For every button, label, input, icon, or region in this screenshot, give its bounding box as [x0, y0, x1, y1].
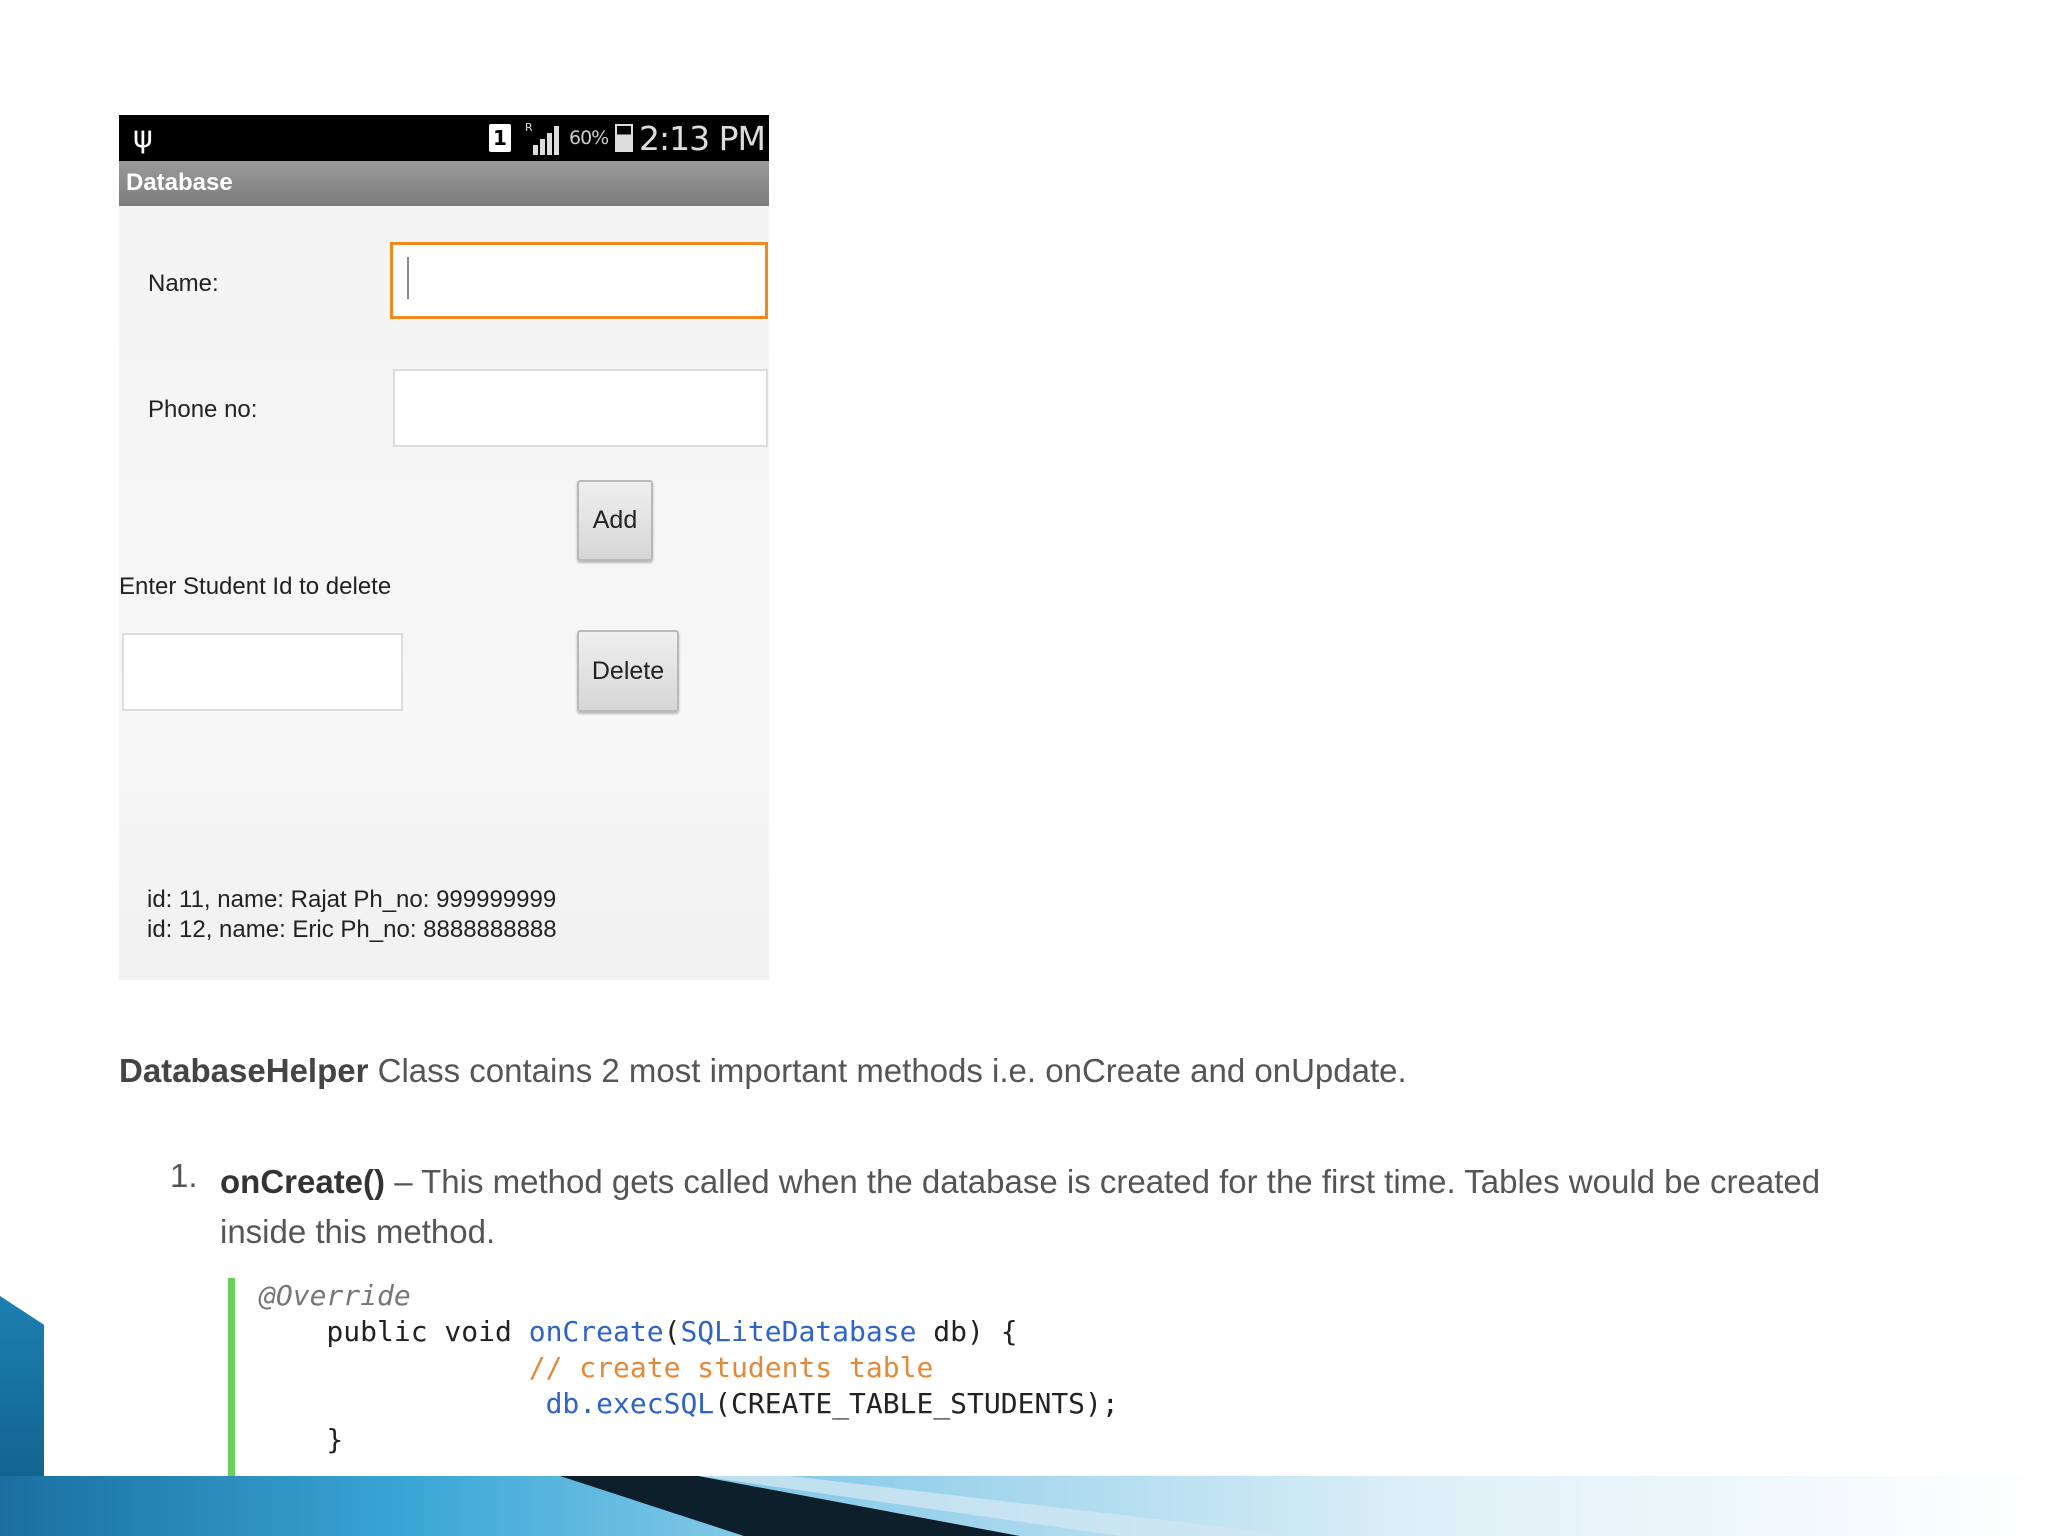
signal-icon: R [525, 121, 559, 155]
list-item: id: 12, name: Eric Ph_no: 8888888888 [147, 916, 557, 943]
code-block: @Override public void onCreate(SQLiteDat… [228, 1278, 1259, 1478]
battery-percent: 60% [569, 127, 609, 149]
phone-input[interactable] [393, 369, 768, 447]
app-title-bar: Database [119, 161, 769, 206]
code-exec: db.execSQL(CREATE_TABLE_STUDENTS); [545, 1387, 1119, 1420]
clock: 2:13 PM [639, 119, 766, 158]
code-closing: } [259, 1423, 344, 1456]
sim-icon: 1 [489, 124, 511, 152]
records-list: id: 11, name: Rajat Ph_no: 999999999 id:… [147, 885, 557, 945]
delete-id-input[interactable] [122, 633, 403, 711]
phone-label: Phone no: [148, 396, 258, 423]
list-item: id: 11, name: Rajat Ph_no: 999999999 [147, 886, 557, 913]
list-number: 1. [170, 1157, 198, 1194]
add-button[interactable]: Add [577, 480, 653, 561]
name-input[interactable] [390, 242, 768, 319]
method-name: onCreate() [220, 1163, 386, 1200]
code-signature: public void onCreate(SQLiteDatabase db) … [259, 1315, 1018, 1348]
app-title: Database [126, 169, 233, 196]
code-annotation: @Override [259, 1279, 411, 1312]
phone-screenshot: ψ 1 R 60% 2:13 PM Database Name: Phone n… [119, 115, 769, 980]
svg-text:R: R [525, 121, 533, 134]
delete-button[interactable]: Delete [577, 630, 679, 712]
battery-icon [615, 124, 633, 152]
delete-prompt: Enter Student Id to delete [119, 573, 392, 600]
text-cursor [407, 257, 409, 299]
method-description: – This method gets called when the datab… [220, 1163, 1821, 1250]
name-label: Name: [148, 270, 219, 297]
usb-icon: ψ [133, 120, 153, 155]
intro-paragraph: DatabaseHelper Class contains 2 most imp… [119, 1052, 1407, 1090]
list-item-text: onCreate() – This method gets called whe… [220, 1157, 1840, 1257]
code-comment: // create students table [528, 1351, 934, 1384]
intro-bold: DatabaseHelper [119, 1052, 369, 1089]
intro-text: Class contains 2 most important methods … [368, 1052, 1407, 1089]
status-bar: ψ 1 R 60% 2:13 PM [119, 115, 769, 161]
